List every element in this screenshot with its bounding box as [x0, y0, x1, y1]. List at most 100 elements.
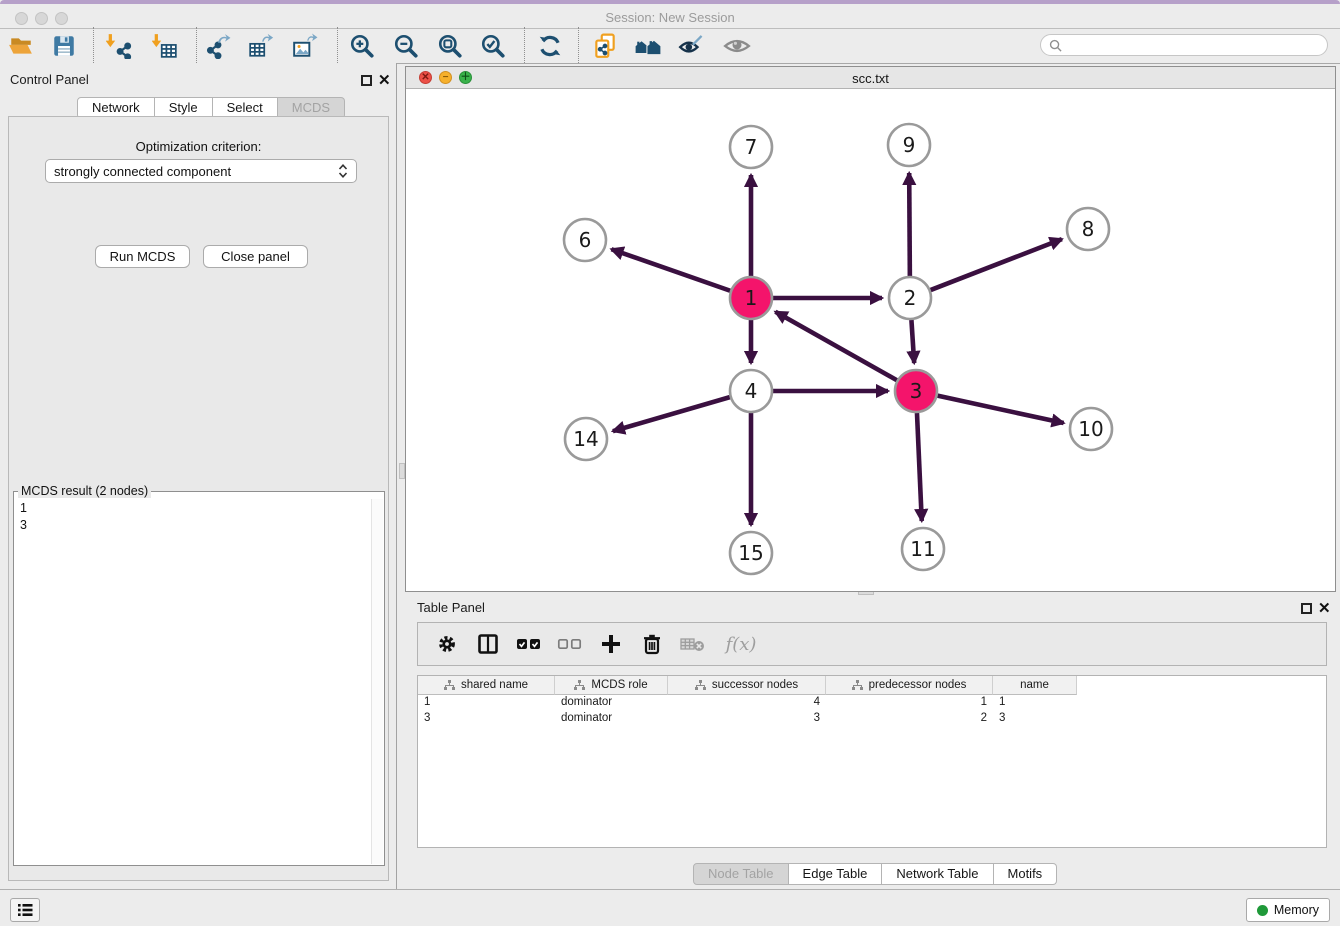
clone-network-icon[interactable]: [590, 31, 620, 61]
search-icon: [1049, 39, 1062, 52]
table-cell[interactable]: 3: [418, 711, 555, 727]
edge-3-1[interactable]: [775, 312, 896, 380]
zoom-out-icon[interactable]: [391, 31, 421, 61]
memory-button[interactable]: Memory: [1246, 898, 1330, 922]
select-all-icon[interactable]: [516, 631, 542, 657]
export-table-icon[interactable]: [246, 31, 276, 61]
column-header-predecessor-nodes[interactable]: predecessor nodes: [826, 676, 993, 695]
svg-text:3: 3: [910, 379, 923, 403]
import-table-icon[interactable]: [150, 31, 180, 61]
deselect-all-icon[interactable]: [557, 631, 583, 657]
edge-3-10[interactable]: [937, 396, 1063, 423]
tab-edge-table[interactable]: Edge Table: [789, 863, 883, 885]
svg-text:4: 4: [745, 379, 758, 403]
svg-text:10: 10: [1078, 417, 1103, 441]
table-body: 1dominator4113dominator323: [418, 695, 1326, 727]
network-graph[interactable]: 7 9 6 8 1 2 4 3 14 10 15 11: [406, 89, 1335, 591]
delete-row-icon[interactable]: [639, 631, 665, 657]
control-panel-title: Control Panel: [10, 72, 89, 87]
svg-text:7: 7: [745, 135, 758, 159]
column-header-successor-nodes[interactable]: successor nodes: [668, 676, 826, 695]
table-options-gear-icon[interactable]: [434, 631, 460, 657]
column-header-name[interactable]: name: [993, 676, 1077, 695]
status-bar: Memory: [0, 889, 1340, 926]
birdseye-view-eye-icon[interactable]: [722, 31, 752, 61]
column-header-mcds-role[interactable]: MCDS role: [555, 676, 668, 695]
table-cell[interactable]: dominator: [555, 711, 668, 727]
table-cell[interactable]: 1: [993, 695, 1077, 711]
mcds-panel: Optimization criterion: strongly connect…: [8, 116, 389, 881]
svg-text:6: 6: [579, 228, 592, 252]
node-4[interactable]: 4: [730, 370, 772, 412]
network-canvas[interactable]: 7 9 6 8 1 2 4 3 14 10 15 11: [406, 89, 1335, 591]
table-row[interactable]: 1dominator411: [418, 695, 1326, 711]
table-cell[interactable]: 1: [418, 695, 555, 711]
table-cell[interactable]: 4: [668, 695, 826, 711]
table-cell[interactable]: 1: [826, 695, 993, 711]
result-scrollbar[interactable]: [371, 499, 383, 864]
table-header-row: shared nameMCDS rolesuccessor nodesprede…: [418, 676, 1326, 695]
table-cell[interactable]: dominator: [555, 695, 668, 711]
close-panel-button[interactable]: Close panel: [203, 245, 308, 268]
export-image-icon[interactable]: [290, 31, 320, 61]
tab-network-table[interactable]: Network Table: [882, 863, 993, 885]
edge-1-6[interactable]: [611, 249, 730, 291]
table-toolbar: f(x): [417, 622, 1327, 666]
toolbar-separator: [337, 27, 338, 63]
mcds-result-box: MCDS result (2 nodes) 1 3: [13, 484, 385, 866]
node-10[interactable]: 10: [1070, 408, 1112, 450]
refresh-network-icon[interactable]: [535, 31, 565, 61]
add-row-icon[interactable]: [598, 631, 624, 657]
criterion-dropdown[interactable]: strongly connected component: [45, 159, 357, 183]
node-11[interactable]: 11: [902, 528, 944, 570]
node-15[interactable]: 15: [730, 532, 772, 574]
node-9[interactable]: 9: [888, 124, 930, 166]
table-row[interactable]: 3dominator323: [418, 711, 1326, 727]
zoom-in-icon[interactable]: [347, 31, 377, 61]
graphics-details-icon[interactable]: [676, 31, 706, 61]
edge-2-3[interactable]: [911, 320, 914, 363]
edge-2-9[interactable]: [909, 173, 910, 276]
table-cell[interactable]: 3: [668, 711, 826, 727]
node-2[interactable]: 2: [889, 277, 931, 319]
edge-2-8[interactable]: [931, 239, 1062, 290]
mcds-result-text: 1 3: [14, 498, 33, 536]
edge-3-11[interactable]: [917, 413, 922, 521]
table-panel-tabs: Node TableEdge TableNetwork TableMotifs: [693, 863, 1057, 885]
memory-status-dot: [1257, 905, 1268, 916]
titlebar: Session: New Session: [0, 4, 1340, 29]
float-panel-icon[interactable]: [1301, 603, 1312, 614]
table-cell[interactable]: 3: [993, 711, 1077, 727]
show-column-icon[interactable]: [475, 631, 501, 657]
task-history-button[interactable]: [10, 898, 40, 922]
node-14[interactable]: 14: [565, 418, 607, 460]
search-input[interactable]: [1066, 37, 1327, 53]
node-1[interactable]: 1: [730, 277, 772, 319]
zoom-selected-icon[interactable]: [478, 31, 508, 61]
node-8[interactable]: 8: [1067, 208, 1109, 250]
close-panel-icon[interactable]: ✕: [1318, 603, 1331, 614]
export-network-icon[interactable]: [203, 31, 233, 61]
run-mcds-button[interactable]: Run MCDS: [95, 245, 190, 268]
open-session-icon[interactable]: [6, 31, 36, 61]
tab-motifs[interactable]: Motifs: [994, 863, 1058, 885]
first-neighbors-icon[interactable]: [633, 31, 663, 61]
table-panel-title: Table Panel: [417, 600, 485, 615]
node-table[interactable]: shared nameMCDS rolesuccessor nodesprede…: [417, 675, 1327, 848]
node-7[interactable]: 7: [730, 126, 772, 168]
node-6[interactable]: 6: [564, 219, 606, 261]
node-3[interactable]: 3: [895, 370, 937, 412]
float-panel-icon[interactable]: [361, 75, 372, 86]
network-window-titlebar[interactable]: ✕ − ＋ scc.txt: [406, 67, 1335, 89]
search-field[interactable]: [1040, 34, 1328, 56]
close-panel-icon[interactable]: ✕: [378, 75, 391, 86]
column-header-shared-name[interactable]: shared name: [418, 676, 555, 695]
svg-text:9: 9: [903, 133, 916, 157]
save-session-icon[interactable]: [49, 31, 79, 61]
edge-4-14[interactable]: [613, 397, 730, 431]
import-network-icon[interactable]: [104, 31, 134, 61]
svg-text:15: 15: [738, 541, 763, 565]
zoom-fit-icon[interactable]: [435, 31, 465, 61]
table-cell[interactable]: 2: [826, 711, 993, 727]
tab-node-table[interactable]: Node Table: [693, 863, 789, 885]
